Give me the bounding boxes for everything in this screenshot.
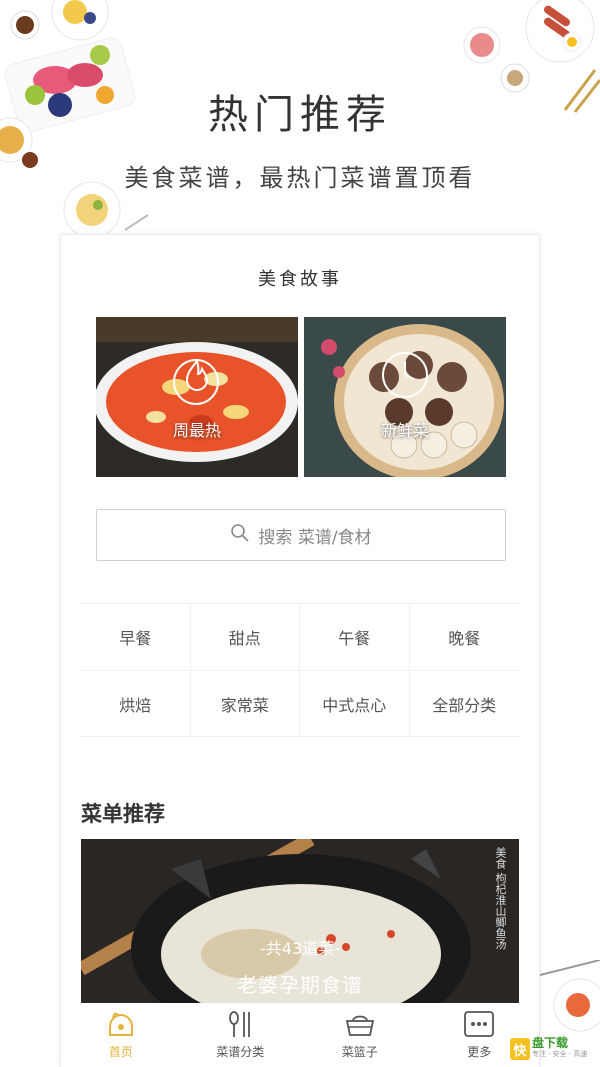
search-box[interactable]: 搜索 菜谱/食材	[96, 509, 506, 561]
story-card-hot[interactable]: 周最热	[96, 317, 298, 477]
tab-recipe-categories[interactable]: 菜谱分类	[181, 1003, 301, 1067]
watermark-badge: 快	[510, 1038, 530, 1060]
flame-icon	[171, 349, 223, 405]
category-lunch[interactable]: 午餐	[300, 603, 410, 670]
story-label-fresh: 新鲜菜	[380, 421, 429, 440]
story-label-hot: 周最热	[172, 421, 221, 440]
category-home-cooking[interactable]: 家常菜	[190, 670, 300, 737]
category-breakfast[interactable]: 早餐	[81, 603, 191, 670]
tab-more-label: 更多	[467, 1045, 492, 1059]
search-placeholder: 搜索 菜谱/食材	[258, 527, 372, 548]
category-grid: 早餐 甜点 午餐 晚餐 烘焙 家常菜 中式点心 全部分类	[81, 603, 519, 737]
bottom-tab-bar: 首页 菜谱分类 菜篮子 更多	[61, 1003, 539, 1067]
search-icon	[230, 523, 250, 548]
more-icon	[462, 1009, 496, 1039]
menu-dish-count: -共43道菜-	[260, 939, 340, 958]
menu-section-title: 菜单推荐	[81, 802, 165, 826]
hero-subtitle: 美食菜谱，最热门菜谱置顶看	[124, 164, 476, 192]
menu-name: 老婆孕期食谱	[237, 973, 363, 997]
tab-basket-label: 菜篮子	[341, 1045, 378, 1059]
watermark-main: 盘下载	[532, 1036, 569, 1050]
story-card-fresh[interactable]: 新鲜菜	[304, 317, 506, 477]
category-dessert[interactable]: 甜点	[190, 603, 300, 670]
utensils-icon	[223, 1009, 257, 1039]
stories-title: 美食故事	[258, 269, 342, 290]
category-chinese-dimsum[interactable]: 中式点心	[300, 670, 410, 737]
tab-basket[interactable]: 菜篮子	[300, 1003, 420, 1067]
tab-home[interactable]: 首页	[61, 1003, 181, 1067]
tab-recipe-categories-label: 菜谱分类	[216, 1045, 265, 1059]
watermark-sub: 专注 · 安全 · 高速	[532, 1050, 588, 1058]
home-icon	[104, 1009, 138, 1039]
basket-icon	[343, 1009, 377, 1039]
watermark-logo: 快 盘下载 专注 · 安全 · 高速	[510, 1036, 588, 1060]
hero-title: 热门推荐	[208, 92, 392, 138]
decorative-food-bottom-right	[540, 960, 600, 1040]
category-all[interactable]: 全部分类	[409, 670, 519, 737]
clock-icon	[379, 349, 431, 405]
menu-card-pregnancy[interactable]: 美食 枸杞淮山鲫鱼汤 -共43道菜- 老婆孕期食谱	[81, 839, 519, 1003]
content-card: 美食故事 周最热 新鲜菜 搜索 菜谱/食材 早餐 甜点 午餐 晚餐 烘焙 家常菜…	[60, 234, 540, 1067]
tab-home-label: 首页	[108, 1045, 133, 1059]
category-baking[interactable]: 烘焙	[81, 670, 191, 737]
category-dinner[interactable]: 晚餐	[409, 603, 519, 670]
